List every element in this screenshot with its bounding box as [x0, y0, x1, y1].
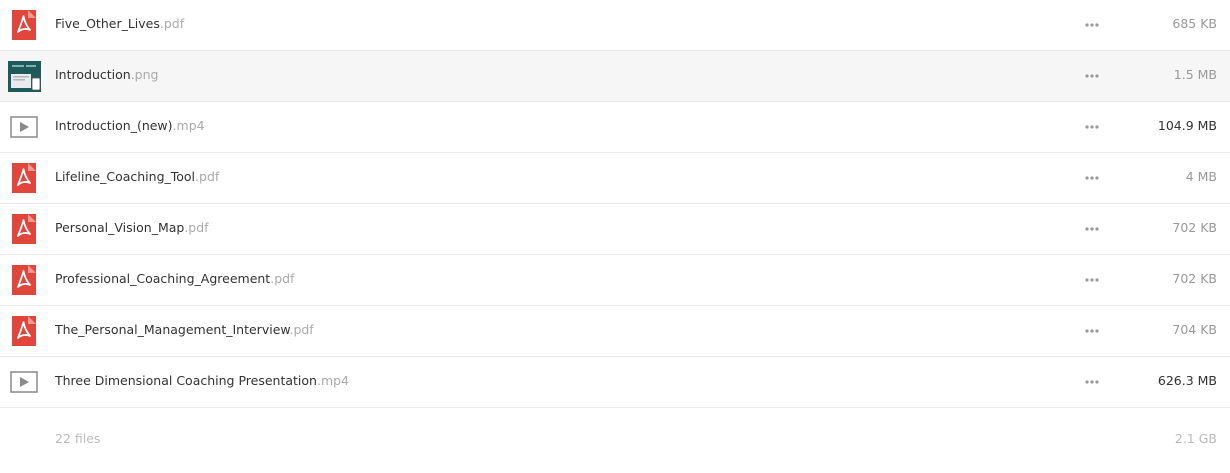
file-list: Five_Other_Lives.pdf 685 KB Introduction…	[0, 0, 1230, 458]
more-options-icon[interactable]	[1084, 16, 1100, 34]
more-options-icon[interactable]	[1084, 220, 1100, 238]
file-name[interactable]: Introduction.png	[55, 67, 158, 82]
file-list-summary: 22 files 2.1 GB	[0, 408, 1230, 458]
file-extension: .mp4	[316, 373, 350, 388]
file-extension: .pdf	[289, 322, 314, 337]
file-size: 4 MB	[1185, 169, 1217, 184]
file-size: 685 KB	[1172, 16, 1217, 31]
file-name[interactable]: Five_Other_Lives.pdf	[55, 16, 184, 31]
video-play-icon	[8, 366, 40, 398]
file-row[interactable]: Introduction.png 1.5 MB	[0, 51, 1230, 102]
file-base-name: Three Dimensional Coaching Presentation	[55, 373, 317, 388]
file-row[interactable]: Personal_Vision_Map.pdf 702 KB	[0, 204, 1230, 255]
file-extension: .pdf	[195, 169, 220, 184]
file-size: 702 KB	[1172, 271, 1217, 286]
file-base-name: Personal_Vision_Map	[55, 220, 185, 235]
pdf-icon	[8, 162, 40, 194]
file-extension: .png	[130, 67, 159, 82]
file-row[interactable]: Five_Other_Lives.pdf 685 KB	[0, 0, 1230, 51]
file-extension: .pdf	[270, 271, 295, 286]
total-size: 2.1 GB	[1174, 431, 1217, 446]
more-options-icon[interactable]	[1084, 271, 1100, 289]
file-size: 704 KB	[1172, 322, 1217, 337]
file-row[interactable]: Professional_Coaching_Agreement.pdf 702 …	[0, 255, 1230, 306]
pdf-icon	[8, 315, 40, 347]
file-size: 104.9 MB	[1157, 118, 1217, 133]
file-size: 702 KB	[1172, 220, 1217, 235]
file-name[interactable]: Personal_Vision_Map.pdf	[55, 220, 209, 235]
file-name[interactable]: The_Personal_Management_Interview.pdf	[55, 322, 314, 337]
file-row[interactable]: Lifeline_Coaching_Tool.pdf 4 MB	[0, 153, 1230, 204]
file-base-name: Lifeline_Coaching_Tool	[55, 169, 196, 184]
file-base-name: Introduction_(new)	[55, 118, 173, 133]
file-name[interactable]: Lifeline_Coaching_Tool.pdf	[55, 169, 219, 184]
file-base-name: Introduction	[55, 67, 131, 82]
pdf-icon	[8, 213, 40, 245]
file-size: 626.3 MB	[1157, 373, 1217, 388]
file-row[interactable]: Three Dimensional Coaching Presentation.…	[0, 357, 1230, 408]
file-extension: .pdf	[184, 220, 209, 235]
more-options-icon[interactable]	[1084, 322, 1100, 340]
file-extension: .mp4	[172, 118, 205, 133]
file-base-name: Professional_Coaching_Agreement	[55, 271, 271, 286]
pdf-icon	[8, 264, 40, 296]
file-count: 22 files	[55, 431, 101, 446]
more-options-icon[interactable]	[1084, 67, 1100, 85]
file-name[interactable]: Professional_Coaching_Agreement.pdf	[55, 271, 294, 286]
file-base-name: The_Personal_Management_Interview	[55, 322, 290, 337]
image-thumbnail-icon	[8, 60, 41, 92]
file-row[interactable]: Introduction_(new).mp4 104.9 MB	[0, 102, 1230, 153]
file-name[interactable]: Introduction_(new).mp4	[55, 118, 205, 133]
more-options-icon[interactable]	[1084, 373, 1100, 391]
file-base-name: Five_Other_Lives	[55, 16, 160, 31]
pdf-icon	[8, 9, 40, 41]
file-name[interactable]: Three Dimensional Coaching Presentation.…	[55, 373, 349, 388]
file-size: 1.5 MB	[1173, 67, 1217, 82]
more-options-icon[interactable]	[1084, 169, 1100, 187]
file-row[interactable]: The_Personal_Management_Interview.pdf 70…	[0, 306, 1230, 357]
file-extension: .pdf	[159, 16, 185, 31]
video-play-icon	[8, 111, 40, 143]
more-options-icon[interactable]	[1084, 118, 1100, 136]
